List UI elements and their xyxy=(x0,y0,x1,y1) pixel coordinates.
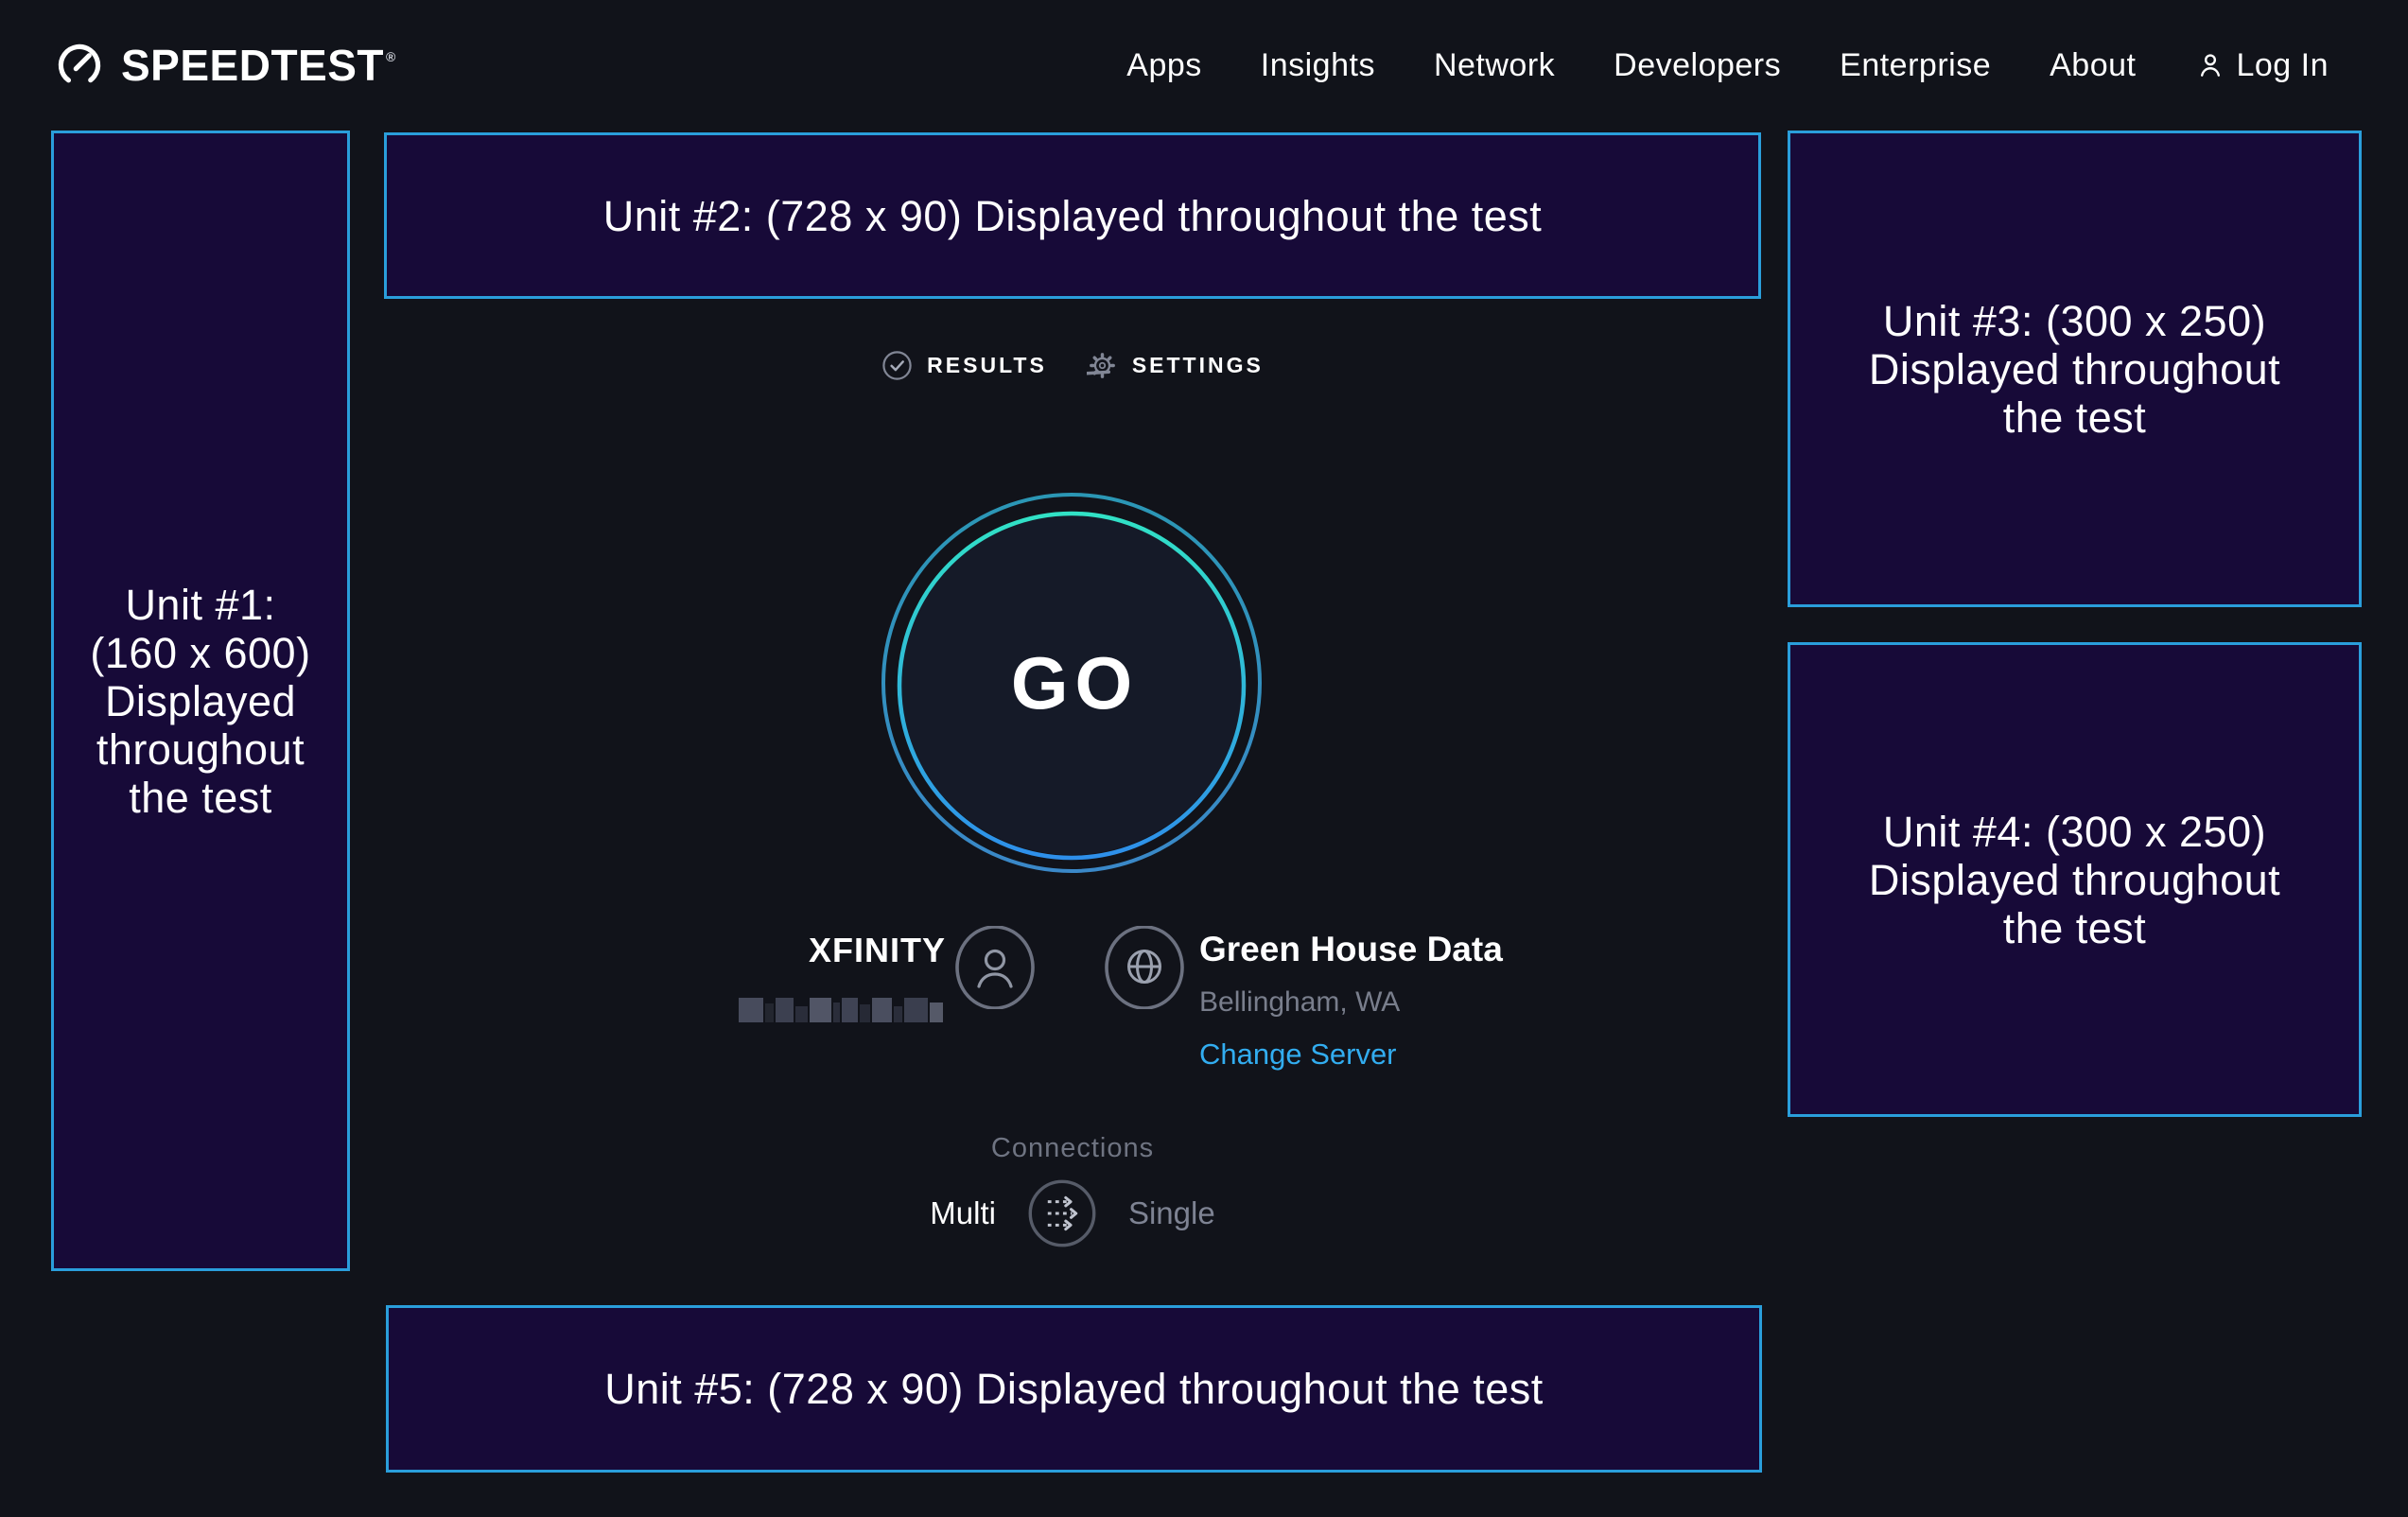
nav-item-network[interactable]: Network xyxy=(1434,47,1555,84)
settings-label: SETTINGS xyxy=(1132,353,1264,378)
ad-unit-3-text: Unit #3: (300 x 250) Displayed throughou… xyxy=(1869,297,2280,442)
trademark-mark: ® xyxy=(386,49,396,64)
nav-item-insights[interactable]: Insights xyxy=(1261,47,1375,84)
nav-item-enterprise[interactable]: Enterprise xyxy=(1840,47,1991,84)
server-location: Bellingham, WA xyxy=(1199,986,1503,1019)
isp-name: XFINITY xyxy=(809,931,946,970)
go-label: GO xyxy=(864,475,1280,891)
main-nav: Apps Insights Network Developers Enterpr… xyxy=(1126,0,2329,131)
isp-avatar-icon xyxy=(953,926,1037,1009)
nav-item-developers[interactable]: Developers xyxy=(1614,47,1781,84)
nav-item-about[interactable]: About xyxy=(2050,47,2136,84)
top-nav-bar: SPEEDTEST® Apps Insights Network Develop… xyxy=(0,0,2408,131)
logo-text: SPEEDTEST® xyxy=(121,40,394,91)
change-server-link[interactable]: Change Server xyxy=(1199,1037,1503,1072)
connections-row: Multi Single xyxy=(384,1177,1761,1249)
connections-single-label[interactable]: Single xyxy=(1128,1195,1215,1231)
gauge-icon xyxy=(53,39,106,92)
results-label: RESULTS xyxy=(927,353,1047,378)
speedtest-logo[interactable]: SPEEDTEST® xyxy=(53,0,394,131)
connections-toggle-icon[interactable] xyxy=(1026,1177,1098,1249)
connections-multi-label[interactable]: Multi xyxy=(930,1195,996,1231)
gear-icon xyxy=(1087,350,1118,381)
ad-unit-1-text: Unit #1: (160 x 600) Displayed throughou… xyxy=(90,581,310,822)
connections-label: Connections xyxy=(384,1133,1761,1164)
redacted-ip xyxy=(739,994,943,1022)
tabs-row: RESULTS SETTINGS xyxy=(384,348,1761,382)
tab-results[interactable]: RESULTS xyxy=(881,350,1047,381)
ad-unit-4-text: Unit #4: (300 x 250) Displayed throughou… xyxy=(1869,808,2280,952)
user-icon xyxy=(2194,49,2226,81)
go-button[interactable]: GO xyxy=(864,475,1280,891)
ad-unit-1-skyscraper[interactable]: Unit #1: (160 x 600) Displayed throughou… xyxy=(51,131,350,1271)
speedtest-page: { "header": { "logo_text": "SPEEDTEST", … xyxy=(0,0,2408,1517)
ad-unit-5-leaderboard[interactable]: Unit #5: (728 x 90) Displayed throughout… xyxy=(386,1305,1762,1473)
server-info: Green House Data Bellingham, WA Change S… xyxy=(1199,930,1503,1072)
ad-unit-4-rectangle[interactable]: Unit #4: (300 x 250) Displayed throughou… xyxy=(1788,642,2362,1117)
login-label: Log In xyxy=(2236,47,2329,84)
ad-unit-2-text: Unit #2: (728 x 90) Displayed throughout… xyxy=(603,192,1543,240)
server-globe-icon xyxy=(1103,926,1186,1009)
ad-unit-5-text: Unit #5: (728 x 90) Displayed throughout… xyxy=(604,1365,1544,1413)
tab-settings[interactable]: SETTINGS xyxy=(1087,350,1264,381)
check-circle-icon xyxy=(881,350,913,381)
server-name: Green House Data xyxy=(1199,930,1503,969)
login-button[interactable]: Log In xyxy=(2194,47,2329,84)
nav-item-apps[interactable]: Apps xyxy=(1126,47,1202,84)
ad-unit-2-leaderboard[interactable]: Unit #2: (728 x 90) Displayed throughout… xyxy=(384,132,1761,299)
ad-unit-3-rectangle[interactable]: Unit #3: (300 x 250) Displayed throughou… xyxy=(1788,131,2362,607)
